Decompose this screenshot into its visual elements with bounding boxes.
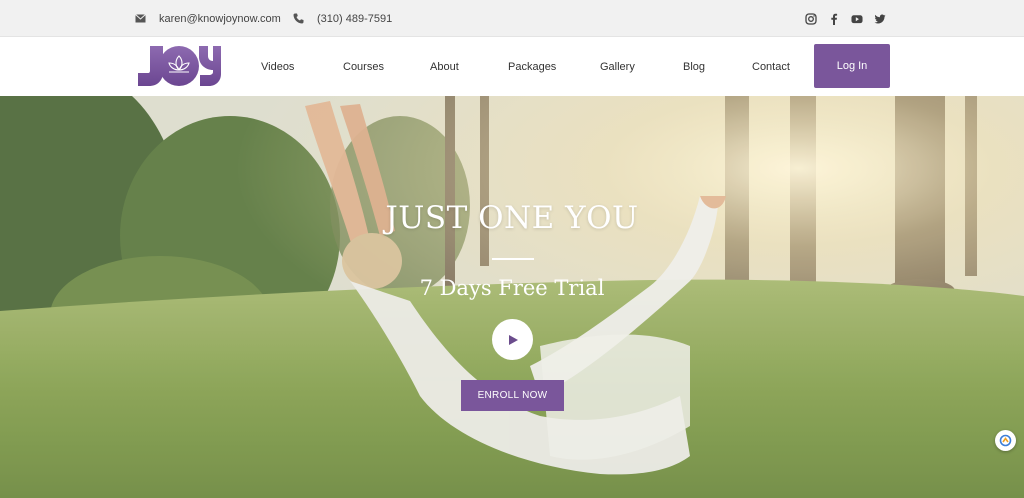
envelope-icon [135,14,146,23]
play-video-button[interactable] [492,319,533,360]
joy-logo[interactable] [136,44,222,88]
nav-about[interactable]: About [430,37,459,96]
facebook-icon[interactable] [828,13,840,25]
login-button[interactable]: Log In [814,44,890,88]
chat-widget-icon[interactable] [995,430,1016,451]
hero-divider [492,258,534,260]
nav-gallery[interactable]: Gallery [600,37,635,96]
phone-icon [293,13,304,24]
site-header: Videos Courses About Packages Gallery Bl… [0,37,1024,96]
phone-contact[interactable]: (310) 489-7591 [293,0,392,37]
enroll-now-button[interactable]: ENROLL NOW [461,380,564,411]
phone-text: (310) 489-7591 [317,12,393,25]
twitter-icon[interactable] [874,13,886,25]
youtube-icon[interactable] [851,13,863,25]
hero-subtitle: 7 Days Free Trial [419,276,605,300]
social-links [805,0,886,37]
hero-section: JUST ONE YOU 7 Days Free Trial ENROLL NO… [0,96,1024,498]
play-icon [508,334,518,345]
instagram-icon[interactable] [805,12,817,25]
nav-blog[interactable]: Blog [683,37,705,96]
hero-title: JUST ONE YOU [385,200,639,236]
email-contact[interactable]: karen@knowjoynow.com [135,0,281,37]
nav-contact[interactable]: Contact [752,37,790,96]
nav-courses[interactable]: Courses [343,37,384,96]
nav-packages[interactable]: Packages [508,37,556,96]
nav-videos[interactable]: Videos [261,37,294,96]
email-text: karen@knowjoynow.com [159,12,281,25]
top-contact-bar: karen@knowjoynow.com (310) 489-7591 [0,0,1024,37]
